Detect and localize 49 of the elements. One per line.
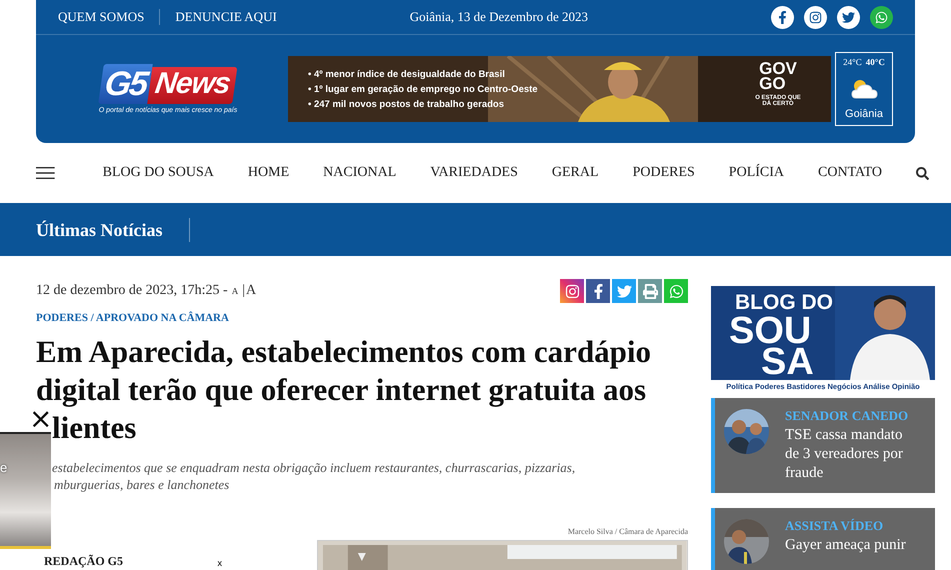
close-mark[interactable]: x — [217, 558, 318, 570]
card-category: ASSISTA VÍDEO — [785, 518, 884, 534]
author-name: REDAÇÃO G5 — [44, 554, 124, 570]
card-title: Gayer ameaça punir — [785, 536, 907, 555]
font-decrease-button[interactable]: A — [232, 286, 238, 296]
news-card[interactable]: ASSISTA VÍDEO Gayer ameaça punir — [711, 508, 935, 570]
nav-link[interactable]: BLOG DO SOUSA — [102, 165, 214, 181]
article-category[interactable]: PODERES / APROVADO NA CÂMARA — [36, 312, 688, 324]
nav-link[interactable]: CONTATO — [818, 165, 882, 181]
city-name: Goiânia — [845, 108, 883, 120]
banner-title: BLOG DO — [735, 292, 833, 313]
ad-text: • 1º lugar em geração de emprego no Centro-Oeste — [308, 84, 539, 94]
nav-link[interactable]: HOME — [248, 165, 290, 181]
facebook-icon[interactable] — [771, 6, 794, 28]
popup-text: e — [0, 460, 8, 475]
nav-link[interactable]: POLÍCIA — [728, 165, 784, 181]
section-title: Últimas Notícias — [36, 218, 190, 242]
min-temperature: 24°C — [843, 57, 862, 67]
nav-link[interactable]: GERAL — [552, 165, 599, 181]
article-summary: estabelecimentos que se enquadram nesta obrigação incluem restaurantes, churrascarias, pizzarias, mburguerias, bares e lanchonetes — [51, 459, 576, 493]
nav-link[interactable]: PODERES — [632, 165, 695, 181]
separator-text: | — [242, 283, 245, 299]
whatsapp-icon[interactable] — [870, 6, 893, 28]
search-icon[interactable] — [916, 166, 929, 180]
font-increase-button[interactable]: A — [246, 283, 256, 299]
card-title: TSE cassa mandato de 3 vereadores por fraude — [785, 426, 904, 483]
date-text: Goiânia, 13 de Dezembro de 2023 — [408, 9, 590, 25]
instagram-icon[interactable] — [560, 279, 584, 303]
headline-line: Em Aparecida, estabelecimentos com cardápio — [36, 336, 652, 367]
nav-link[interactable]: VARIEDADES — [430, 165, 518, 181]
card-category: SENADOR CANEDO — [785, 408, 910, 424]
twitter-icon[interactable] — [837, 6, 860, 28]
headline-line: digital terão que oferecer internet gratuita aos — [36, 374, 646, 405]
article-date: 12 de dezembro de 2023, 17h:25 - — [36, 283, 228, 299]
headline-line: lientes — [52, 412, 136, 443]
top-link[interactable]: QUEM SOMOS — [58, 9, 160, 25]
banner-title: SA — [761, 343, 814, 381]
photo-credit: Marcelo Silva / Câmara de Aparecida — [568, 527, 688, 536]
ad-text: • 4º menor índice de desigualdade do Brasil — [308, 68, 506, 80]
instagram-icon[interactable] — [804, 6, 827, 28]
print-icon[interactable] — [638, 279, 662, 303]
facebook-icon[interactable] — [586, 279, 610, 303]
ad-brand: GOV GO — [759, 61, 797, 91]
max-temperature: 40°C — [866, 57, 885, 67]
news-card[interactable]: SENADOR CANEDO TSE cassa mandato de 3 vereadores por fraude — [711, 398, 935, 493]
ad-text: • 247 mil novos postos de trabalho gerados — [308, 98, 506, 110]
menu-icon[interactable] — [36, 166, 55, 180]
top-link[interactable]: DENUNCIE AQUI — [175, 9, 292, 25]
nav-link[interactable]: NACIONAL — [323, 165, 396, 181]
